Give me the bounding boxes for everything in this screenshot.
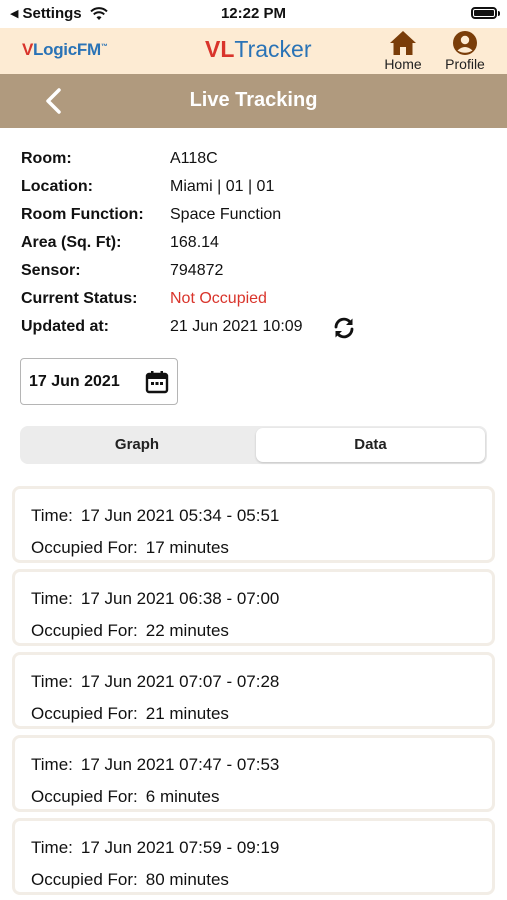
date-picker[interactable]: 17 Jun 2021 bbox=[20, 358, 178, 405]
list-item[interactable]: Time: 17 Jun 2021 07:47 - 07:53 Occupied … bbox=[12, 735, 495, 812]
vlogicfm-logo: VLogicFM™ bbox=[22, 40, 108, 59]
room-label: Room: bbox=[21, 150, 72, 167]
time-value: 17 Jun 2021 06:38 - 07:00 bbox=[80, 589, 280, 608]
occupied-value: 6 minutes bbox=[145, 787, 220, 806]
occupied-value: 80 minutes bbox=[145, 870, 229, 889]
profile-label: Profile bbox=[445, 56, 485, 72]
home-button[interactable]: Home bbox=[378, 30, 428, 72]
nav-bar: Live Tracking bbox=[0, 74, 507, 128]
view-toggle: Graph Data bbox=[20, 426, 487, 464]
time-value: 17 Jun 2021 07:07 - 07:28 bbox=[80, 672, 280, 691]
user-circle-icon bbox=[453, 31, 477, 55]
vltracker-logo: VLTracker bbox=[205, 36, 312, 62]
time-value: 17 Jun 2021 07:47 - 07:53 bbox=[80, 755, 280, 774]
page-title: Live Tracking bbox=[189, 89, 318, 111]
occupied-label: Occupied For: bbox=[31, 870, 138, 889]
time-label: Time: bbox=[31, 589, 73, 608]
occupied-value: 21 minutes bbox=[145, 704, 229, 723]
list-item[interactable]: Time: 17 Jun 2021 07:59 - 09:19 Occupied … bbox=[12, 818, 495, 895]
occupied-label: Occupied For: bbox=[31, 704, 138, 723]
updated-at-label: Updated at: bbox=[21, 318, 109, 335]
profile-button[interactable]: Profile bbox=[440, 30, 490, 72]
time-label: Time: bbox=[31, 506, 73, 525]
status-bar: ◀ Settings 12:22 PM bbox=[0, 0, 507, 28]
home-label: Home bbox=[384, 56, 422, 72]
room-value: A118C bbox=[170, 150, 218, 167]
occupied-label: Occupied For: bbox=[31, 538, 138, 557]
occupied-value: 22 minutes bbox=[145, 621, 229, 640]
room-function-label: Room Function: bbox=[21, 206, 144, 223]
list-item[interactable]: Time: 17 Jun 2021 06:38 - 07:00 Occupied … bbox=[12, 569, 495, 646]
updated-at-value: 21 Jun 2021 10:09 bbox=[170, 318, 303, 335]
time-label: Time: bbox=[31, 838, 73, 857]
time-label: Time: bbox=[31, 755, 73, 774]
area-label: Area (Sq. Ft): bbox=[21, 234, 122, 251]
tab-graph[interactable]: Graph bbox=[22, 426, 252, 464]
occupied-label: Occupied For: bbox=[31, 621, 138, 640]
occupied-label: Occupied For: bbox=[31, 787, 138, 806]
sensor-label: Sensor: bbox=[21, 262, 81, 279]
status-badge: Not Occupied bbox=[170, 290, 267, 307]
time-value: 17 Jun 2021 07:59 - 09:19 bbox=[80, 838, 280, 857]
home-icon bbox=[390, 31, 416, 55]
sensor-value: 794872 bbox=[170, 262, 224, 279]
time-value: 17 Jun 2021 05:34 - 05:51 bbox=[80, 506, 280, 525]
room-function-value: Space Function bbox=[170, 206, 282, 223]
list-item[interactable]: Time: 17 Jun 2021 05:34 - 05:51 Occupied … bbox=[12, 486, 495, 563]
app-header: VLogicFM™ VLTracker Home Profile bbox=[0, 28, 507, 74]
current-status-label: Current Status: bbox=[21, 290, 138, 307]
location-value: Miami | 01 | 01 bbox=[170, 178, 275, 195]
refresh-icon[interactable] bbox=[332, 316, 356, 340]
location-label: Location: bbox=[21, 178, 93, 195]
time-label: Time: bbox=[31, 672, 73, 691]
tab-data[interactable]: Data bbox=[256, 428, 485, 462]
status-time: 12:22 PM bbox=[220, 5, 287, 22]
battery-icon bbox=[471, 7, 500, 19]
area-value: 168.14 bbox=[170, 234, 219, 251]
date-value: 17 Jun 2021 bbox=[29, 373, 120, 390]
occupied-value: 17 minutes bbox=[145, 538, 229, 557]
calendar-icon bbox=[145, 371, 169, 394]
list-item[interactable]: Time: 17 Jun 2021 07:07 - 07:28 Occupied … bbox=[12, 652, 495, 729]
